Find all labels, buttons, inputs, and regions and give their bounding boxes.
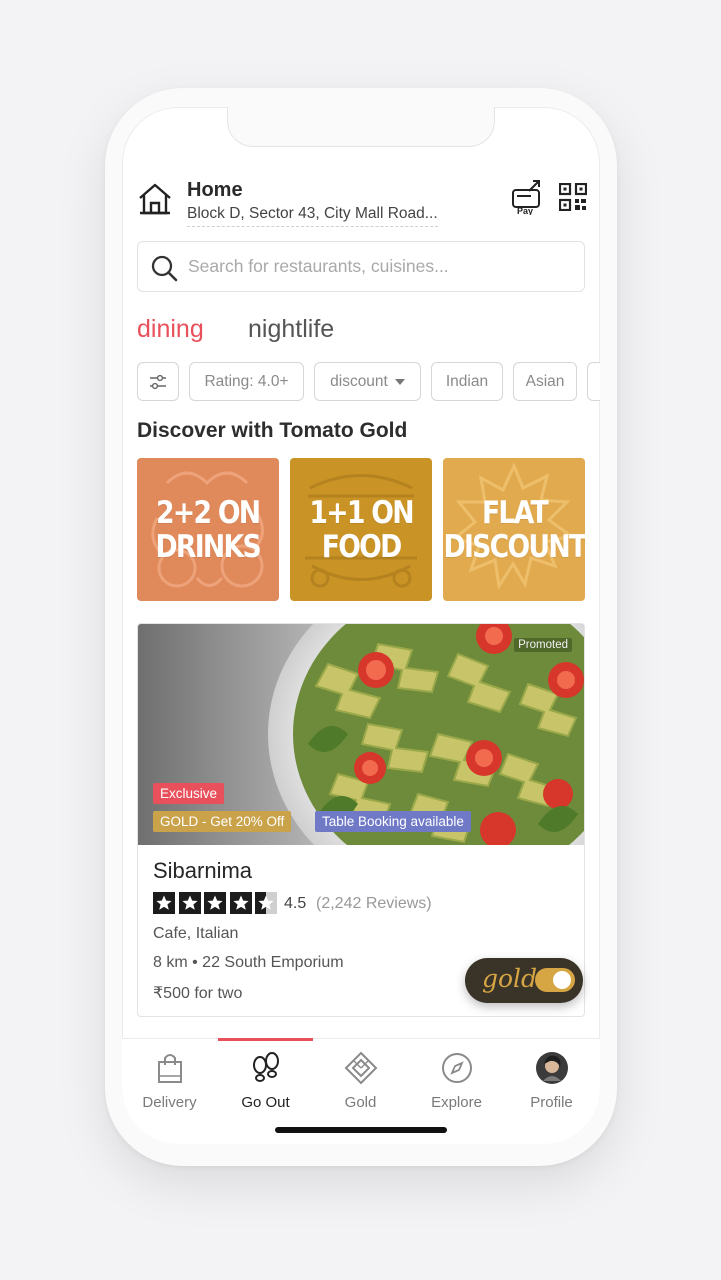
gold-card-food[interactable]: 1+1 ON FOOD <box>290 458 432 601</box>
gold-toggle[interactable]: gold <box>465 958 583 1003</box>
gold-card-discount-text: FLAT DISCOUNT <box>443 494 585 565</box>
search-bar[interactable] <box>137 241 585 292</box>
gold-card-discount[interactable]: FLAT DISCOUNT <box>443 458 585 601</box>
section-title-discover: Discover with Tomato Gold <box>137 419 408 442</box>
promoted-label: Promoted <box>514 638 572 652</box>
shopping-bag-icon <box>158 1054 182 1083</box>
nav-profile[interactable]: Profile <box>504 1039 599 1119</box>
filter-settings-button[interactable] <box>137 362 179 401</box>
chevron-down-icon <box>394 378 405 385</box>
review-count[interactable]: (2,242 Reviews) <box>316 895 432 913</box>
pay-icon-label: Pay <box>517 206 533 215</box>
filter-discount-chip[interactable]: discount <box>314 362 421 401</box>
star-icon <box>229 892 252 914</box>
location-address[interactable]: Block D, Sector 43, City Mall Road... <box>187 205 438 227</box>
app-screen: Home Block D, Sector 43, City Mall Road.… <box>122 107 600 1144</box>
restaurant-cuisine: Cafe, Italian <box>153 925 239 942</box>
gold-toggle-label: gold <box>482 964 538 993</box>
filter-asian-label: Asian <box>525 372 565 390</box>
search-input[interactable] <box>188 242 568 291</box>
star-rating <box>153 892 281 914</box>
nav-gold-label: Gold <box>344 1094 377 1111</box>
filter-rating-chip[interactable]: Rating: 4.0+ <box>189 362 304 401</box>
table-booking-badge: Table Booking available <box>315 811 471 832</box>
toggle-switch[interactable] <box>535 968 575 992</box>
filter-indian-chip[interactable]: Indian <box>431 362 503 401</box>
tab-nightlife[interactable]: nightlife <box>248 315 334 344</box>
search-icon <box>151 255 178 282</box>
filter-more-chip[interactable] <box>587 362 600 401</box>
star-icon <box>204 892 226 914</box>
nav-gold[interactable]: Gold <box>313 1039 408 1119</box>
nav-go-out[interactable]: Go Out <box>218 1039 313 1119</box>
toggle-knob <box>553 971 571 989</box>
filter-indian-label: Indian <box>445 372 489 390</box>
restaurant-price: ₹500 for two <box>153 985 243 1002</box>
home-icon <box>139 183 171 215</box>
gold-diamond-icon <box>344 1051 378 1085</box>
sliders-icon <box>150 374 166 389</box>
location-title: Home <box>187 179 243 201</box>
star-icon <box>153 892 175 914</box>
rating-value: 4.5 <box>284 895 307 912</box>
tab-dining[interactable]: dining <box>137 315 204 344</box>
gold-card-food-text: 1+1 ON FOOD <box>309 494 414 565</box>
star-icon <box>178 892 201 914</box>
exclusive-badge: Exclusive <box>153 783 225 804</box>
star-half-icon <box>255 892 277 914</box>
nav-profile-label: Profile <box>530 1094 573 1111</box>
filter-chips: Rating: 4.0+ discount Indian Asian <box>137 362 600 402</box>
pay-icon[interactable]: Pay <box>511 179 545 215</box>
nav-explore-label: Explore <box>431 1094 482 1111</box>
nav-delivery[interactable]: Delivery <box>122 1039 217 1119</box>
nav-explore[interactable]: Explore <box>409 1039 504 1119</box>
compass-icon <box>442 1053 472 1083</box>
home-indicator-bar <box>275 1127 447 1133</box>
gold-card-drinks[interactable]: 2+2 ON DRINKS <box>137 458 279 601</box>
gold-offer-badge: GOLD - Get 20% Off <box>153 811 292 832</box>
phone-notch <box>227 107 495 147</box>
filter-discount-label: discount <box>330 372 388 390</box>
footprints-icon <box>253 1052 279 1082</box>
restaurant-distance: 8 km • 22 South Emporium <box>153 954 344 971</box>
filter-asian-chip[interactable]: Asian <box>513 362 577 401</box>
qr-code-icon[interactable] <box>559 183 587 211</box>
filter-rating-label: Rating: 4.0+ <box>204 372 289 390</box>
gold-card-drinks-text: 2+2 ON DRINKS <box>155 494 262 565</box>
avatar <box>536 1052 568 1084</box>
nav-delivery-label: Delivery <box>142 1094 197 1111</box>
restaurant-image: Promoted Exclusive GOLD - Get 20% Off Ta… <box>138 624 584 845</box>
restaurant-name[interactable]: Sibarnima <box>153 858 252 884</box>
location-header[interactable]: Home Block D, Sector 43, City Mall Road.… <box>137 179 587 227</box>
nav-go-out-label: Go Out <box>241 1094 290 1111</box>
